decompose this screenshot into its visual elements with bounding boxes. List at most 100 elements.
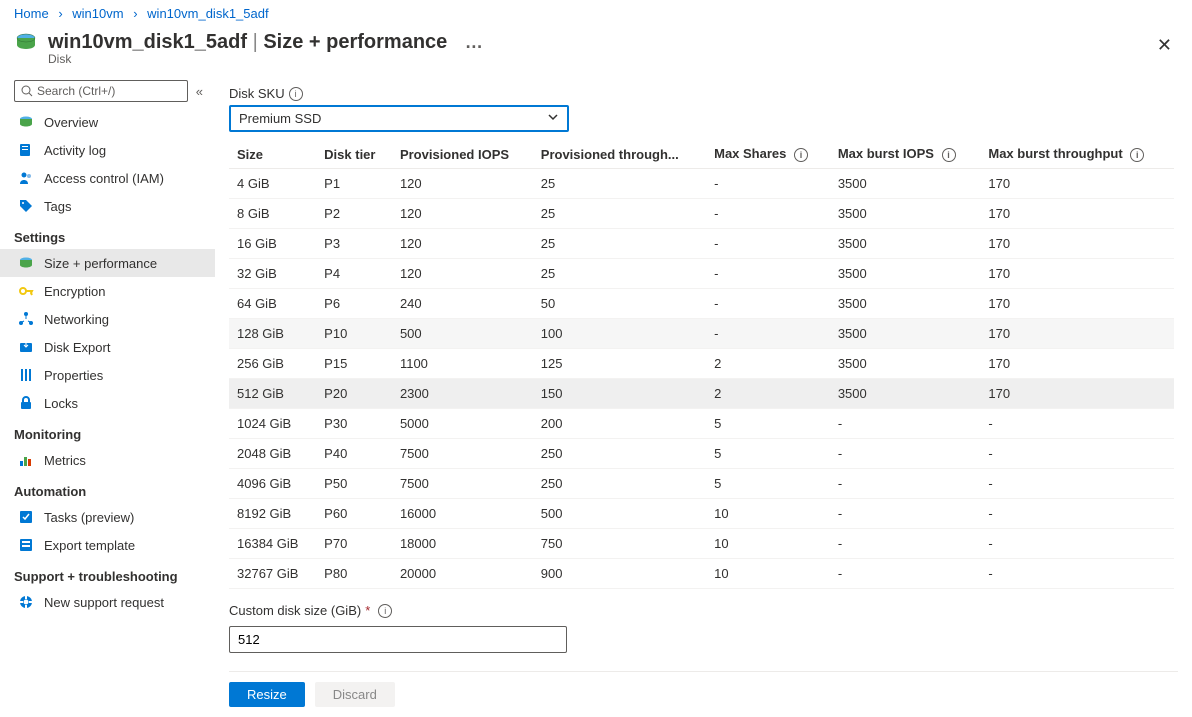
table-row[interactable]: 16 GiBP312025-3500170	[229, 229, 1174, 259]
info-icon[interactable]: i	[1130, 148, 1144, 162]
info-icon[interactable]: i	[942, 148, 956, 162]
chevron-down-icon	[547, 111, 559, 126]
template-icon	[18, 537, 34, 553]
table-cell: -	[830, 409, 981, 439]
table-row[interactable]: 32767 GiBP802000090010--	[229, 559, 1174, 589]
table-cell: -	[980, 559, 1174, 589]
table-cell: 25	[533, 259, 706, 289]
table-cell: 1024 GiB	[229, 409, 316, 439]
sidebar-item-locks[interactable]: Locks	[0, 389, 215, 417]
table-cell: 25	[533, 229, 706, 259]
chevron-right-icon: ›	[58, 6, 62, 21]
column-header[interactable]: Max burst throughput i	[980, 140, 1174, 169]
table-row[interactable]: 1024 GiBP3050002005--	[229, 409, 1174, 439]
table-row[interactable]: 2048 GiBP4075002505--	[229, 439, 1174, 469]
sidebar-item-access-control-iam-[interactable]: Access control (IAM)	[0, 164, 215, 192]
table-cell: 500	[533, 499, 706, 529]
info-icon[interactable]: i	[794, 148, 808, 162]
column-header[interactable]: Max burst IOPS i	[830, 140, 981, 169]
sidebar-item-tags[interactable]: Tags	[0, 192, 215, 220]
table-cell: 32 GiB	[229, 259, 316, 289]
breadcrumb-link[interactable]: win10vm_disk1_5adf	[147, 6, 268, 21]
sidebar-item-size-performance[interactable]: Size + performance	[0, 249, 215, 277]
sidebar-section: Monitoring	[0, 417, 215, 446]
table-cell: P10	[316, 319, 392, 349]
sidebar-item-tasks-preview-[interactable]: Tasks (preview)	[0, 503, 215, 531]
sidebar-item-metrics[interactable]: Metrics	[0, 446, 215, 474]
custom-size-input[interactable]	[229, 626, 567, 653]
table-cell: P15	[316, 349, 392, 379]
table-cell: 120	[392, 199, 533, 229]
size-table: SizeDisk tierProvisioned IOPSProvisioned…	[229, 140, 1174, 589]
more-icon[interactable]: …	[465, 32, 483, 52]
table-cell: P50	[316, 469, 392, 499]
search-input[interactable]: Search (Ctrl+/)	[14, 80, 188, 102]
discard-button[interactable]: Discard	[315, 682, 395, 707]
table-row[interactable]: 64 GiBP624050-3500170	[229, 289, 1174, 319]
sidebar-item-label: New support request	[44, 595, 164, 610]
close-icon[interactable]: ✕	[1157, 35, 1172, 56]
sidebar-item-label: Metrics	[44, 453, 86, 468]
sidebar-item-disk-export[interactable]: Disk Export	[0, 333, 215, 361]
resize-button[interactable]: Resize	[229, 682, 305, 707]
table-cell: P2	[316, 199, 392, 229]
sidebar-section: Automation	[0, 474, 215, 503]
table-cell: 2300	[392, 379, 533, 409]
table-cell: 5	[706, 439, 830, 469]
table-cell: 10	[706, 559, 830, 589]
page-header: win10vm_disk1_5adf | Size + performance …	[0, 27, 1192, 76]
table-cell: -	[706, 199, 830, 229]
breadcrumb-link[interactable]: Home	[14, 6, 49, 21]
table-cell: -	[830, 499, 981, 529]
table-cell: 100	[533, 319, 706, 349]
table-row[interactable]: 128 GiBP10500100-3500170	[229, 319, 1174, 349]
info-icon[interactable]: i	[378, 604, 392, 618]
column-header[interactable]: Provisioned through...	[533, 140, 706, 169]
disk-sku-label: Disk SKU i	[229, 86, 1178, 101]
table-cell: 200	[533, 409, 706, 439]
sidebar-item-activity-log[interactable]: Activity log	[0, 136, 215, 164]
sidebar: Search (Ctrl+/) « Overview Activity logAc…	[0, 76, 215, 717]
sidebar-item-new-support-request[interactable]: New support request	[0, 588, 215, 616]
sidebar-item-networking[interactable]: Networking	[0, 305, 215, 333]
sidebar-item-label: Disk Export	[44, 340, 110, 355]
breadcrumb-link[interactable]: win10vm	[72, 6, 123, 21]
table-row[interactable]: 256 GiBP15110012523500170	[229, 349, 1174, 379]
table-row[interactable]: 8192 GiBP601600050010--	[229, 499, 1174, 529]
table-row[interactable]: 16384 GiBP701800075010--	[229, 529, 1174, 559]
table-row[interactable]: 512 GiBP20230015023500170	[229, 379, 1174, 409]
column-header[interactable]: Max Shares i	[706, 140, 830, 169]
sidebar-item-overview[interactable]: Overview	[0, 108, 215, 136]
sidebar-item-label: Overview	[44, 115, 98, 130]
column-header[interactable]: Size	[229, 140, 316, 169]
table-cell: P20	[316, 379, 392, 409]
disk-sku-select[interactable]: Premium SSD	[229, 105, 569, 132]
table-cell: 32767 GiB	[229, 559, 316, 589]
table-cell: 3500	[830, 319, 981, 349]
table-cell: P1	[316, 169, 392, 199]
info-icon[interactable]: i	[289, 87, 303, 101]
table-row[interactable]: 4096 GiBP5075002505--	[229, 469, 1174, 499]
table-cell: -	[830, 439, 981, 469]
table-cell: 2048 GiB	[229, 439, 316, 469]
sidebar-item-export-template[interactable]: Export template	[0, 531, 215, 559]
table-cell: 4 GiB	[229, 169, 316, 199]
table-cell: 128 GiB	[229, 319, 316, 349]
sidebar-item-properties[interactable]: Properties	[0, 361, 215, 389]
table-cell: 2	[706, 379, 830, 409]
sidebar-item-encryption[interactable]: Encryption	[0, 277, 215, 305]
table-cell: 170	[980, 319, 1174, 349]
table-cell: P4	[316, 259, 392, 289]
main-content: Disk SKU i Premium SSD SizeDisk tierProv…	[215, 76, 1192, 717]
table-cell: 5	[706, 469, 830, 499]
table-row[interactable]: 32 GiBP412025-3500170	[229, 259, 1174, 289]
table-row[interactable]: 4 GiBP112025-3500170	[229, 169, 1174, 199]
sidebar-item-label: Tasks (preview)	[44, 510, 134, 525]
column-header[interactable]: Provisioned IOPS	[392, 140, 533, 169]
table-cell: 1100	[392, 349, 533, 379]
column-header[interactable]: Disk tier	[316, 140, 392, 169]
collapse-sidebar-icon[interactable]: «	[196, 84, 203, 99]
table-cell: -	[980, 499, 1174, 529]
table-row[interactable]: 8 GiBP212025-3500170	[229, 199, 1174, 229]
tasks-icon	[18, 509, 34, 525]
